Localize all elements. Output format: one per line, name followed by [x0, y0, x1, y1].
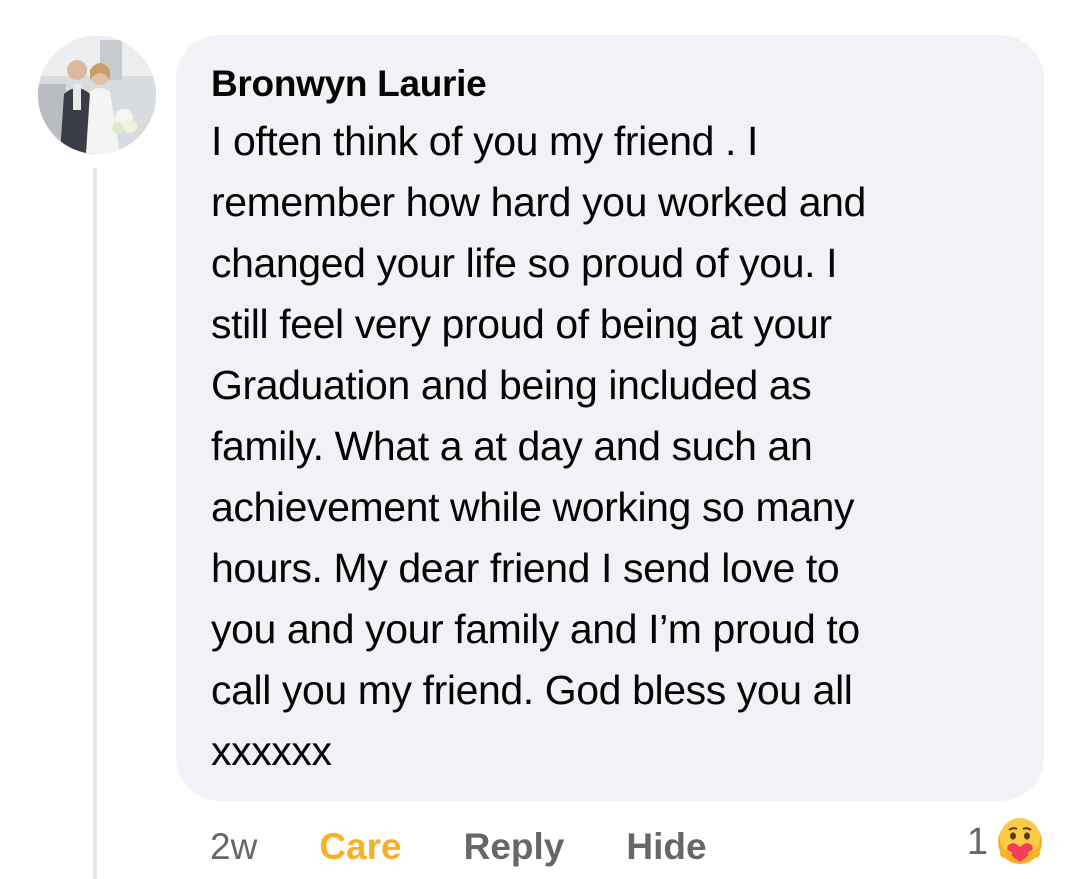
comment: Bronwyn Laurie I often think of you my f… — [0, 0, 1080, 879]
reply-button[interactable]: Reply — [464, 826, 565, 868]
comment-line: achievement while working so many — [211, 484, 855, 530]
reaction-count: 1 — [966, 820, 988, 863]
reaction-summary[interactable]: 1 — [967, 816, 1046, 868]
care-button[interactable]: Care — [319, 826, 401, 868]
comment-line: call you my friend. God bless you all — [211, 667, 853, 713]
comment-text: I often think of you my friend . I remem… — [211, 111, 1014, 782]
comment-bubble: Bronwyn Laurie I often think of you my f… — [176, 35, 1044, 801]
comment-line: xxxxxx — [211, 728, 332, 774]
care-emoji-icon — [995, 817, 1045, 867]
thread-line — [93, 168, 97, 879]
hide-button[interactable]: Hide — [626, 826, 706, 868]
author-name[interactable]: Bronwyn Laurie — [211, 59, 1014, 109]
comment-line: Graduation and being included as — [211, 362, 812, 408]
comment-actions: 2w Care Reply Hide — [210, 822, 769, 872]
comment-line: hours. My dear friend I send love to — [211, 545, 840, 591]
comment-line: changed your life so proud of you. I — [211, 240, 838, 286]
profile-photo — [38, 36, 156, 154]
avatar[interactable] — [38, 36, 156, 154]
comment-line: family. What a at day and such an — [211, 423, 813, 469]
comment-line: I often think of you my friend . I — [211, 118, 759, 164]
comment-line: remember how hard you worked and — [211, 179, 866, 225]
timestamp[interactable]: 2w — [210, 826, 257, 868]
comment-line: you and your family and I’m proud to — [211, 606, 860, 652]
comment-line: still feel very proud of being at your — [211, 301, 832, 347]
